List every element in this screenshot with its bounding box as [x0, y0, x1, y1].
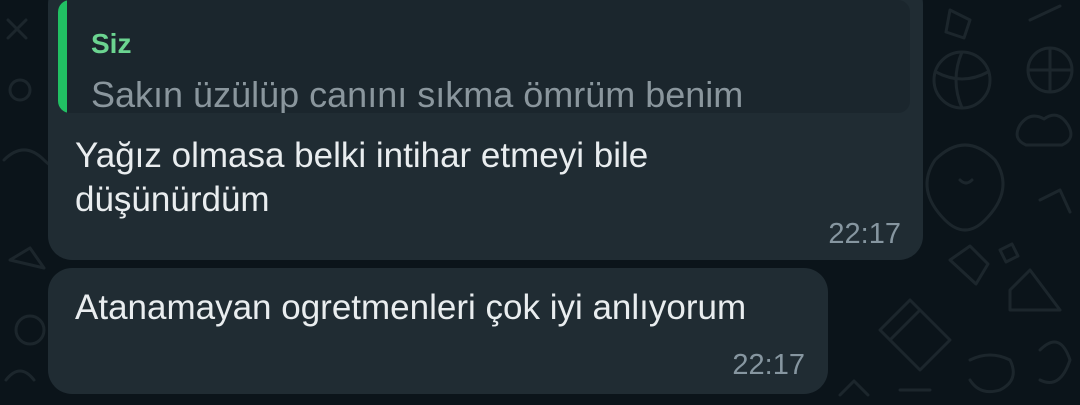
quote-accent-bar — [58, 0, 67, 113]
message-timestamp: 22:17 — [828, 218, 901, 250]
quote-text: Sakın üzülüp canını sıkma ömrüm benim — [91, 74, 744, 113]
message-bubble[interactable]: Siz Sakın üzülüp canını sıkma ömrüm beni… — [48, 0, 923, 260]
message-bubble[interactable]: Atanamayan ogretmenleri çok iyi anlıyoru… — [48, 268, 828, 394]
message-timestamp: 22:17 — [732, 349, 805, 381]
message-text: Atanamayan ogretmenleri çok iyi anlıyoru… — [75, 288, 747, 327]
quote-author: Siz — [91, 28, 132, 59]
reply-quote[interactable]: Siz Sakın üzülüp canını sıkma ömrüm beni… — [58, 0, 910, 113]
message-text: Yağız olmasa belki intihar etmeyi bile d… — [75, 136, 649, 219]
